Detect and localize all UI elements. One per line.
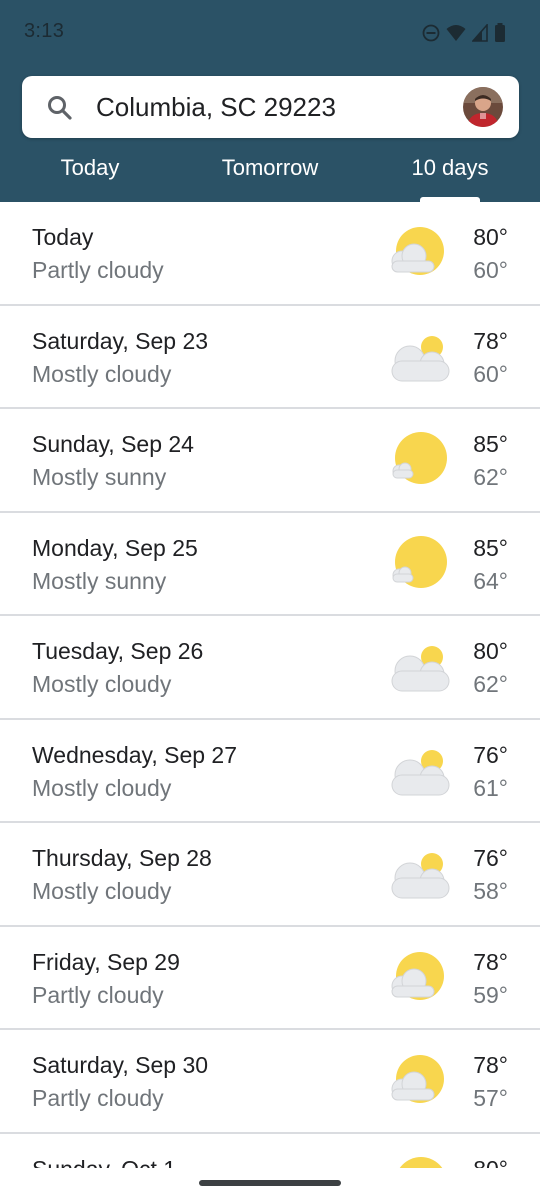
mostly-sunny-icon — [388, 1155, 450, 1168]
forecast-low-temp: 64° — [473, 567, 508, 594]
forecast-row[interactable]: Friday, Sep 29 Partly cloudy 78° 59° — [0, 927, 540, 1030]
forecast-condition: Mostly sunny — [32, 567, 167, 594]
forecast-low-temp: 57° — [473, 1085, 508, 1111]
forecast-condition: Mostly sunny — [32, 464, 167, 490]
forecast-list[interactable]: Today Partly cloudy 80° 60° Saturday, Sep 23… — [0, 202, 540, 1168]
avatar[interactable] — [463, 87, 503, 127]
forecast-high-temp: 78° — [473, 327, 508, 354]
forecast-condition: Partly cloudy — [32, 1085, 164, 1111]
forecast-condition: Mostly cloudy — [32, 774, 172, 801]
forecast-condition: Partly cloudy — [32, 981, 164, 1008]
forecast-high-temp: 78° — [473, 948, 508, 975]
forecast-row[interactable]: Tuesday, Sep 26 Mostly cloudy 80° 62° — [0, 616, 540, 720]
partly-cloudy-icon — [388, 948, 450, 1010]
tab-tomorrow[interactable]: Tomorrow — [180, 146, 360, 202]
wifi-icon — [446, 24, 466, 42]
forecast-row[interactable]: Thursday, Sep 28 Mostly cloudy 76° 58° — [0, 823, 540, 927]
status-bar: 3:13 — [0, 0, 540, 66]
status-icons — [422, 22, 506, 44]
signal-icon — [472, 24, 488, 42]
forecast-row[interactable]: Saturday, Sep 23 Mostly cloudy 78° 60° — [0, 306, 540, 409]
forecast-high-temp: 76° — [473, 845, 508, 871]
forecast-high-temp: 80° — [473, 224, 508, 250]
mostly-cloudy-icon — [388, 637, 450, 699]
app-header: 3:13 Columbia, SC 29223 Today Tomorrow 1… — [0, 0, 540, 202]
forecast-high-temp: 80° — [473, 1156, 508, 1169]
battery-icon — [494, 23, 506, 43]
forecast-high-temp: 85° — [473, 534, 508, 561]
mostly-cloudy-icon — [388, 327, 450, 389]
forecast-condition: Mostly cloudy — [32, 878, 172, 904]
forecast-day: Sunday, Oct 1 — [32, 1156, 176, 1169]
tab-10-days[interactable]: 10 days — [360, 146, 540, 202]
forecast-day: Thursday, Sep 28 — [32, 845, 212, 871]
forecast-tabs: Today Tomorrow 10 days — [0, 146, 540, 202]
search-icon[interactable] — [46, 94, 74, 122]
gesture-navigation-bar[interactable] — [199, 1180, 341, 1186]
forecast-day: Tuesday, Sep 26 — [32, 638, 204, 664]
forecast-low-temp: 60° — [473, 360, 508, 387]
search-box[interactable] — [22, 76, 519, 138]
mostly-cloudy-icon — [388, 741, 450, 803]
mostly-sunny-icon — [388, 430, 450, 492]
do-not-disturb-icon — [422, 24, 440, 42]
status-time: 3:13 — [24, 20, 65, 42]
forecast-condition: Mostly cloudy — [32, 671, 172, 697]
forecast-high-temp: 80° — [473, 638, 508, 664]
search-input[interactable] — [96, 76, 456, 138]
forecast-condition: Partly cloudy — [32, 257, 164, 283]
tab-today[interactable]: Today — [0, 146, 180, 202]
forecast-row[interactable]: Monday, Sep 25 Mostly sunny 85° 64° — [0, 513, 540, 616]
forecast-day: Sunday, Sep 24 — [32, 431, 194, 457]
forecast-day: Saturday, Sep 23 — [32, 327, 209, 354]
forecast-high-temp: 85° — [473, 431, 508, 457]
forecast-day: Wednesday, Sep 27 — [32, 741, 238, 768]
forecast-high-temp: 78° — [473, 1052, 508, 1078]
forecast-condition: Mostly cloudy — [32, 360, 172, 387]
forecast-low-temp: 60° — [473, 257, 508, 283]
mostly-sunny-icon — [388, 534, 450, 596]
forecast-day: Today — [32, 224, 94, 250]
forecast-low-temp: 59° — [473, 981, 508, 1008]
forecast-day: Friday, Sep 29 — [32, 948, 180, 975]
partly-cloudy-icon — [388, 1051, 450, 1113]
forecast-row[interactable]: Saturday, Sep 30 Partly cloudy 78° 57° — [0, 1030, 540, 1134]
forecast-low-temp: 61° — [473, 774, 508, 801]
forecast-high-temp: 76° — [473, 741, 508, 768]
partly-cloudy-icon — [388, 223, 450, 285]
forecast-low-temp: 62° — [473, 464, 508, 490]
forecast-day: Monday, Sep 25 — [32, 534, 198, 561]
forecast-row[interactable]: Wednesday, Sep 27 Mostly cloudy 76° 61° — [0, 720, 540, 823]
forecast-low-temp: 62° — [473, 671, 508, 697]
forecast-low-temp: 58° — [473, 878, 508, 904]
forecast-row[interactable]: Today Partly cloudy 80° 60° — [0, 202, 540, 306]
mostly-cloudy-icon — [388, 844, 450, 906]
forecast-row[interactable]: Sunday, Sep 24 Mostly sunny 85° 62° — [0, 409, 540, 513]
forecast-day: Saturday, Sep 30 — [32, 1052, 209, 1078]
forecast-row[interactable]: Sunday, Oct 1 80° — [0, 1134, 540, 1169]
